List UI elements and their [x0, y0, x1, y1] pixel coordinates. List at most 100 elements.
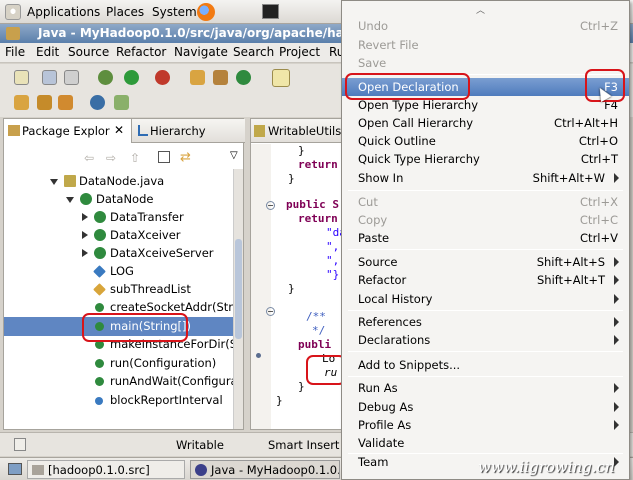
new-class-icon[interactable]	[236, 70, 251, 85]
menu-item-profile-as[interactable]: Profile As	[342, 416, 629, 434]
submenu-arrow-icon	[614, 275, 619, 285]
new-icon[interactable]	[14, 70, 29, 85]
tree-item-dataxceiver[interactable]: DataXceiver	[4, 226, 234, 245]
fold-marker-icon[interactable]: −	[266, 201, 275, 210]
menu-item-quick-type-hierarchy[interactable]: Quick Type Hierarchy Ctrl+T	[342, 150, 629, 168]
menu-item-validate[interactable]: Validate	[342, 434, 629, 452]
tree-item-datanode-java[interactable]: DataNode.java	[4, 172, 234, 191]
code-line: }	[298, 380, 305, 393]
class-icon	[80, 193, 92, 205]
menu-refactor[interactable]: Refactor	[116, 45, 166, 59]
firefox-icon[interactable]	[197, 3, 215, 21]
search-icon[interactable]	[58, 95, 73, 110]
menu-item-debug-as[interactable]: Debug As	[342, 398, 629, 416]
external-tools-icon[interactable]	[155, 70, 170, 85]
toggle-mark-occurrences-icon[interactable]	[272, 69, 290, 87]
places-menu[interactable]: Places	[106, 5, 144, 19]
tree-item-log[interactable]: LOG	[4, 262, 234, 281]
menu-file[interactable]: File	[5, 45, 25, 59]
menu-item-shortcut: Ctrl+C	[579, 213, 618, 227]
run-icon[interactable]	[124, 70, 139, 85]
taskbar-item-eclipse[interactable]: Java - MyHadoop0.1.0...	[190, 460, 340, 479]
annotation-box-run-call	[306, 355, 346, 385]
collapsed-arrow-icon	[82, 213, 88, 221]
new-package-icon[interactable]	[213, 70, 228, 85]
tree-item-blockreportinterval[interactable]: blockReportInterval	[4, 391, 234, 410]
menu-item-save[interactable]: Save	[342, 54, 629, 72]
menu-item-shortcut: Shift+Alt+S	[536, 255, 605, 269]
fold-marker-icon[interactable]: −	[266, 307, 275, 316]
tree-scrollbar[interactable]	[233, 169, 243, 429]
debug-icon[interactable]	[98, 70, 113, 85]
scrollbar-thumb[interactable]	[235, 239, 242, 339]
menu-item-shortcut: Ctrl+V	[580, 231, 618, 245]
editor-tab[interactable]: WritableUtils	[251, 119, 351, 143]
menu-item-label: Undo	[358, 19, 389, 33]
close-icon[interactable]: ✕	[114, 123, 124, 137]
menu-item-quick-outline[interactable]: Quick Outline Ctrl+O	[342, 132, 629, 150]
menu-item-paste[interactable]: Paste Ctrl+V	[342, 229, 629, 247]
hierarchy-tab[interactable]: Hierarchy	[134, 119, 214, 143]
web-browser-icon[interactable]	[90, 95, 105, 110]
menu-navigate[interactable]: Navigate	[174, 45, 228, 59]
tree-item-dataxceiveserver[interactable]: DataXceiveServer	[4, 244, 234, 263]
package-explorer-tab[interactable]: Package Explor ✕	[4, 119, 132, 143]
submenu-arrow-icon	[614, 335, 619, 345]
menu-project[interactable]: Project	[279, 45, 320, 59]
field-icon	[93, 395, 105, 407]
save-icon[interactable]	[42, 70, 57, 85]
menu-item-run-as[interactable]: Run As	[342, 379, 629, 397]
menu-search[interactable]: Search	[233, 45, 274, 59]
submenu-arrow-icon	[614, 420, 619, 430]
inner-class-icon	[94, 247, 106, 259]
menu-item-shortcut: Ctrl+Z	[580, 19, 618, 33]
tree-item-label: subThreadList	[110, 282, 191, 296]
menu-item-add-to-snippets[interactable]: Add to Snippets...	[342, 356, 629, 374]
menu-item-label: References	[358, 315, 422, 329]
menu-item-local-history[interactable]: Local History	[342, 290, 629, 308]
terminal-icon[interactable]	[262, 4, 279, 19]
menu-item-source[interactable]: Source Shift+Alt+S	[342, 253, 629, 271]
taskbar-item-folder[interactable]: [hadoop0.1.0.src]	[27, 460, 185, 479]
forward-icon[interactable]: ⇨	[106, 151, 116, 165]
menu-item-show-in[interactable]: Show In Shift+Alt+W	[342, 169, 629, 187]
system-menu[interactable]: System	[152, 5, 197, 19]
tree-item-datanode-class[interactable]: DataNode	[4, 190, 234, 209]
show-desktop-icon[interactable]	[8, 463, 22, 475]
java-file-icon	[64, 175, 76, 187]
menu-item-label: Quick Type Hierarchy	[358, 152, 480, 166]
tree-item-datatransfer[interactable]: DataTransfer	[4, 208, 234, 227]
back-icon[interactable]: ⇦	[84, 151, 94, 165]
collapsed-arrow-icon	[82, 249, 88, 257]
menu-item-references[interactable]: References	[342, 313, 629, 331]
open-type-icon[interactable]	[14, 95, 29, 110]
up-icon[interactable]: ⇧	[130, 151, 140, 165]
scroll-up-icon[interactable]: ︿	[476, 3, 485, 16]
menu-item-refactor[interactable]: Refactor Shift+Alt+T	[342, 271, 629, 289]
menu-source[interactable]: Source	[68, 45, 109, 59]
prev-annotation-icon[interactable]	[114, 95, 129, 110]
menu-separator	[348, 376, 623, 377]
link-with-editor-icon[interactable]: ⇄	[180, 150, 191, 165]
menu-item-revert-file[interactable]: Revert File	[342, 36, 629, 54]
menu-item-copy[interactable]: Copy Ctrl+C	[342, 211, 629, 229]
menu-item-shortcut: Shift+Alt+W	[532, 171, 605, 185]
print-icon[interactable]	[64, 70, 79, 85]
fast-view-icon[interactable]	[14, 438, 26, 451]
tree-item-run[interactable]: run(Configuration)	[4, 354, 234, 373]
open-resource-icon[interactable]	[37, 95, 52, 110]
collapse-all-icon[interactable]	[158, 151, 170, 163]
menu-edit[interactable]: Edit	[36, 45, 59, 59]
gnome-foot-icon[interactable]	[5, 4, 21, 20]
inner-class-icon	[94, 229, 106, 241]
tree-item-runandwait[interactable]: runAndWait(Configurat	[4, 372, 234, 391]
hierarchy-icon	[138, 125, 148, 136]
new-project-icon[interactable]	[190, 70, 205, 85]
tree-item-subthreadlist[interactable]: subThreadList	[4, 280, 234, 299]
menu-item-declarations[interactable]: Declarations	[342, 331, 629, 349]
menu-item-cut[interactable]: Cut Ctrl+X	[342, 193, 629, 211]
menu-item-open-call-hierarchy[interactable]: Open Call Hierarchy Ctrl+Alt+H	[342, 114, 629, 132]
view-menu-icon[interactable]: ▽	[230, 150, 238, 161]
applications-menu[interactable]: Applications	[27, 5, 100, 19]
menu-item-undo[interactable]: Undo Ctrl+Z	[342, 17, 629, 35]
